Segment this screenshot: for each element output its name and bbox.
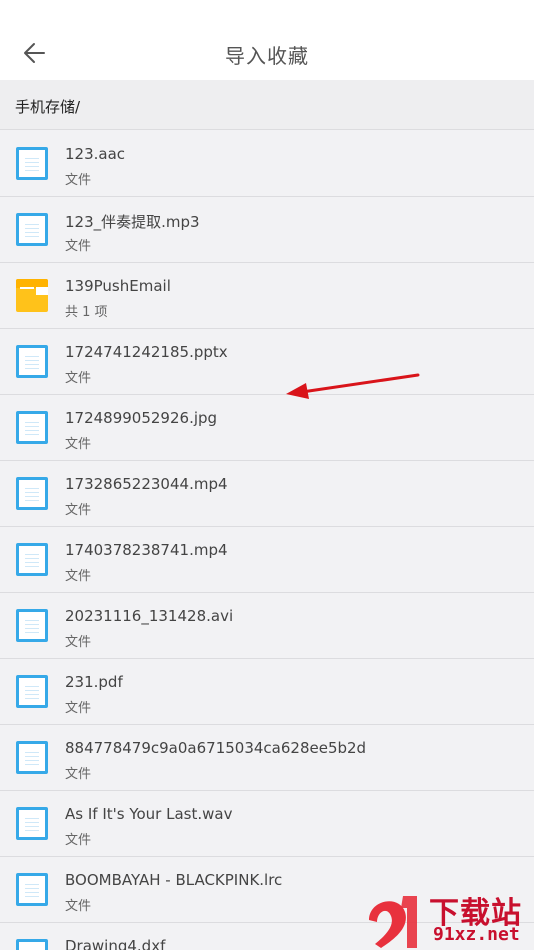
document-icon xyxy=(16,147,48,180)
document-icon xyxy=(16,411,48,444)
file-list: 123.aac 文件 123_伴奏提取.mp3 文件 139PushEmail 共 1 项… xyxy=(0,131,534,950)
file-subtitle: 文件 xyxy=(65,899,92,914)
document-icon xyxy=(16,477,48,510)
file-name: 1724899052926.jpg xyxy=(65,409,218,427)
file-name: Drawing4.dxf xyxy=(65,937,166,950)
breadcrumb[interactable]: 手机存储/ xyxy=(15,96,80,117)
watermark-logo-icon xyxy=(369,896,417,948)
document-icon xyxy=(16,675,48,708)
file-subtitle: 文件 xyxy=(65,437,92,452)
file-row[interactable]: 123.aac 文件 xyxy=(0,131,534,197)
file-row[interactable]: 1732865223044.mp4 文件 xyxy=(0,461,534,527)
file-row[interactable]: 1740378238741.mp4 文件 xyxy=(0,527,534,593)
file-name: 231.pdf xyxy=(65,673,123,691)
watermark-url: 91xz.net xyxy=(433,924,520,945)
page-title: 导入收藏 xyxy=(225,44,309,68)
breadcrumb-bar: 手机存储/ xyxy=(0,80,534,130)
folder-row[interactable]: 139PushEmail 共 1 项 xyxy=(0,263,534,329)
file-name: 123.aac xyxy=(65,145,126,163)
document-icon xyxy=(16,609,48,642)
file-subtitle: 文件 xyxy=(65,239,92,254)
folder-icon xyxy=(16,279,48,312)
watermark: 下载站 91xz.net xyxy=(363,884,534,950)
document-icon xyxy=(16,873,48,906)
file-subtitle: 文件 xyxy=(65,569,92,584)
file-subtitle: 共 1 项 xyxy=(65,305,108,320)
document-icon xyxy=(16,741,48,774)
file-subtitle: 文件 xyxy=(65,503,92,518)
file-subtitle: 文件 xyxy=(65,701,92,716)
app-header: 导入收藏 xyxy=(0,0,534,80)
document-icon xyxy=(16,807,48,840)
file-name: As If It's Your Last.wav xyxy=(65,805,233,823)
file-subtitle: 文件 xyxy=(65,767,92,782)
file-name: 123_伴奏提取.mp3 xyxy=(65,213,200,231)
file-subtitle: 文件 xyxy=(65,371,92,386)
file-row[interactable]: 231.pdf 文件 xyxy=(0,659,534,725)
file-name: 1724741242185.pptx xyxy=(65,343,228,361)
document-icon xyxy=(16,543,48,576)
file-name: 1732865223044.mp4 xyxy=(65,475,228,493)
file-row[interactable]: 1724899052926.jpg 文件 xyxy=(0,395,534,461)
document-icon xyxy=(16,939,48,950)
file-row[interactable]: 884778479c9a0a6715034ca628ee5b2d 文件 xyxy=(0,725,534,791)
file-name: 1740378238741.mp4 xyxy=(65,541,228,559)
document-icon xyxy=(16,213,48,246)
file-name: 139PushEmail xyxy=(65,277,171,295)
file-subtitle: 文件 xyxy=(65,833,92,848)
document-icon xyxy=(16,345,48,378)
file-name: 20231116_131428.avi xyxy=(65,607,234,625)
file-subtitle: 文件 xyxy=(65,635,92,650)
file-row[interactable]: 1724741242185.pptx 文件 xyxy=(0,329,534,395)
file-name: 884778479c9a0a6715034ca628ee5b2d xyxy=(65,739,367,757)
file-row[interactable]: 20231116_131428.avi 文件 xyxy=(0,593,534,659)
file-subtitle: 文件 xyxy=(65,173,92,188)
file-row[interactable]: 123_伴奏提取.mp3 文件 xyxy=(0,197,534,263)
file-row[interactable]: As If It's Your Last.wav 文件 xyxy=(0,791,534,857)
file-name: BOOMBAYAH - BLACKPINK.lrc xyxy=(65,871,283,889)
